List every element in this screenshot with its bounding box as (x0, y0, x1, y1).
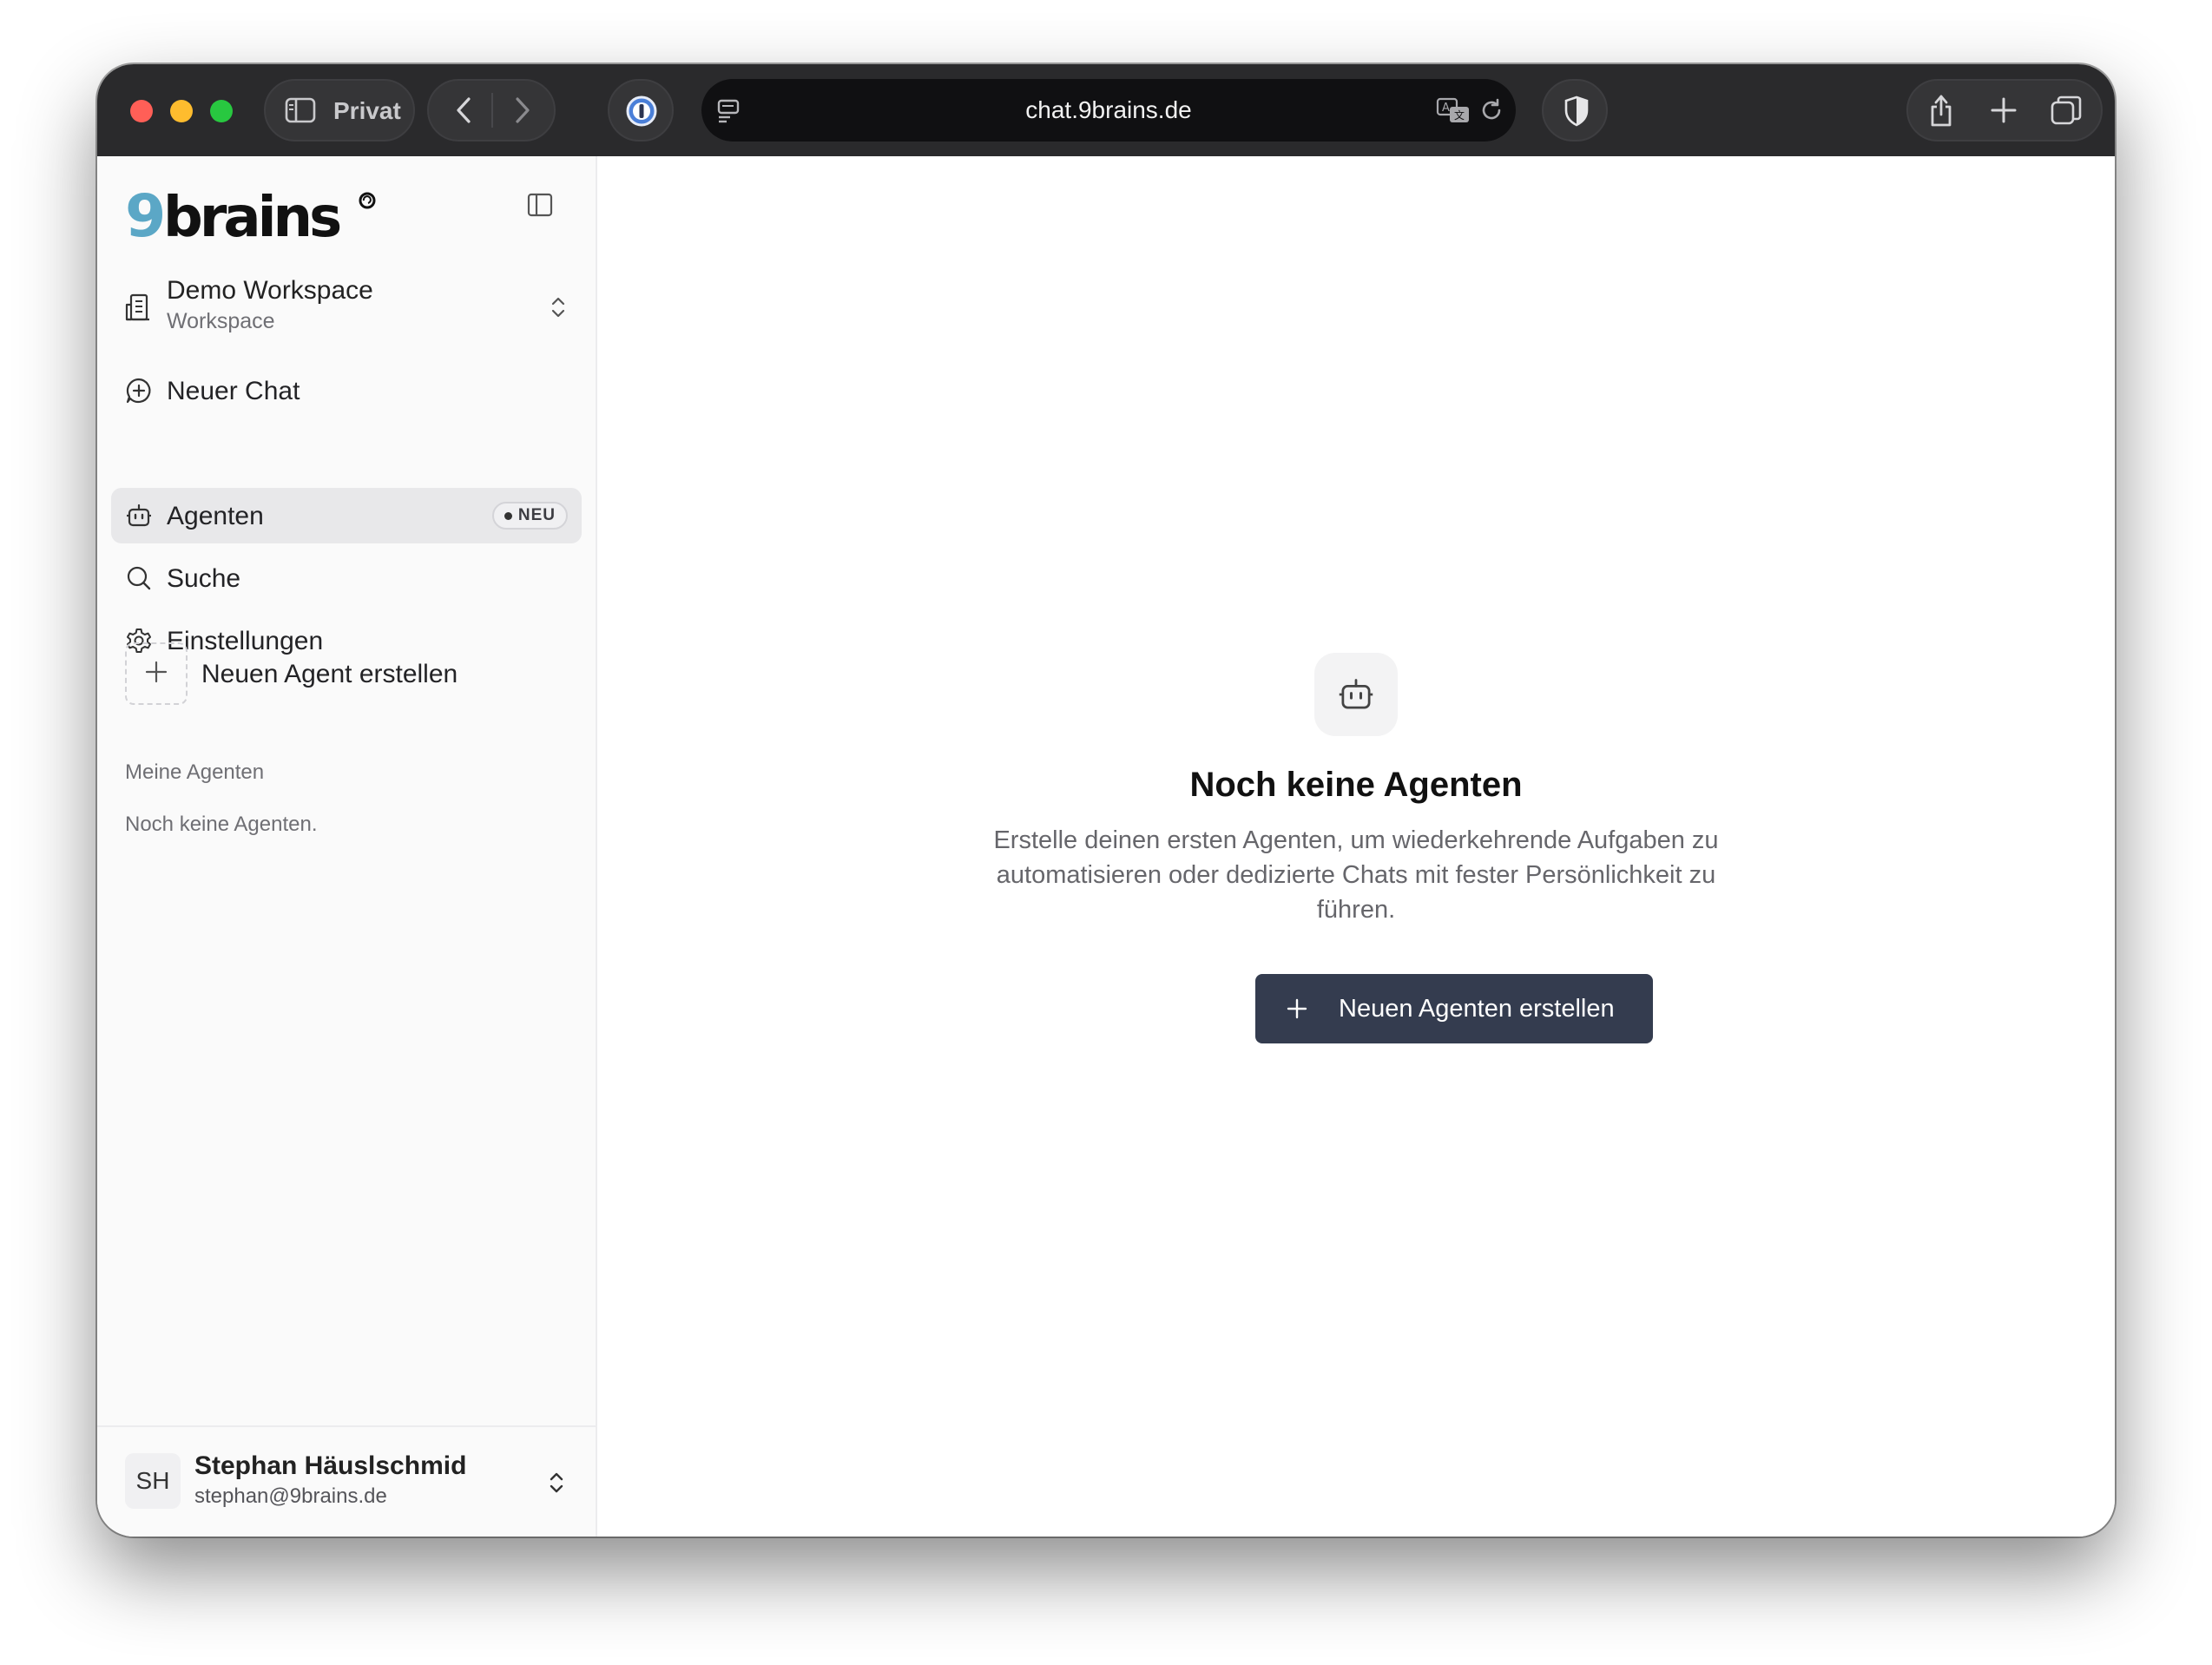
privacy-shield-button[interactable] (1542, 79, 1608, 141)
nav-item-search[interactable]: Suche (111, 550, 582, 606)
workspace-name: Demo Workspace (167, 276, 373, 305)
chevron-updown-icon (545, 290, 571, 325)
brand-logo[interactable]: 9 brains (125, 182, 385, 253)
window-actions (1906, 79, 2103, 141)
svg-text:A: A (1442, 102, 1450, 115)
badge-label: NEU (517, 506, 556, 524)
translate-icon[interactable]: A文 (1436, 95, 1471, 126)
chevron-updown-icon (543, 1465, 569, 1500)
collapse-sidebar-icon[interactable] (523, 188, 557, 222)
empty-state-description: Erstelle deinen ersten Agenten, um wiede… (993, 826, 1719, 924)
nav-divider (491, 93, 493, 128)
my-agents-empty-note: Noch keine Agenten. (125, 813, 318, 836)
browser-toolbar: Privat chat.9brains.de A文 (97, 64, 2115, 156)
browser-window: Privat chat.9brains.de A文 9 brains Demo … (97, 64, 2115, 1537)
empty-state-title: Noch keine Agenten (1189, 766, 1523, 804)
history-navigation (427, 79, 556, 141)
private-mode-label: Privat (333, 97, 401, 124)
nav-item-new-chat[interactable]: Neuer Chat (111, 363, 582, 418)
workspace-type: Workspace (167, 309, 275, 333)
message-plus-icon (125, 377, 153, 405)
avatar: SH (125, 1453, 181, 1509)
new-agent-add-button[interactable] (125, 642, 188, 705)
search-icon (125, 564, 153, 592)
sidebar-divider (97, 1425, 597, 1427)
nav-item-agents[interactable]: Agenten NEU (111, 488, 582, 543)
empty-state-bot-icon (1314, 653, 1398, 736)
app-sidebar: 9 brains Demo Workspace Workspace Neuer … (97, 156, 597, 1537)
svg-text:brains: brains (163, 188, 340, 248)
back-button[interactable] (446, 93, 481, 128)
zoom-window-button[interactable] (210, 100, 233, 122)
sidebar-icon (283, 95, 318, 126)
svg-text:9: 9 (125, 188, 163, 248)
nav-label-settings: Einstellungen (167, 627, 324, 655)
create-agent-label: Neuen Agenten erstellen (1339, 995, 1615, 1023)
address-bar[interactable]: chat.9brains.de A文 (701, 79, 1516, 141)
create-agent-button[interactable]: Neuen Agenten erstellen (1255, 974, 1653, 1043)
plus-icon (1283, 995, 1311, 1023)
url-text: chat.9brains.de (1025, 96, 1192, 123)
nav-label-new-chat: Neuer Chat (167, 377, 300, 405)
new-badge: NEU (491, 502, 568, 530)
sidebar-toggle-private-button[interactable]: Privat (264, 79, 415, 141)
badge-dot (504, 512, 512, 520)
avatar-initials: SH (135, 1467, 170, 1494)
new-tab-icon[interactable] (1986, 93, 2021, 128)
minimize-window-button[interactable] (170, 100, 193, 122)
share-icon[interactable] (1924, 91, 1959, 129)
svg-text:文: 文 (1454, 109, 1465, 122)
nav-label-agents: Agenten (167, 502, 264, 530)
password-manager-button[interactable] (608, 79, 674, 141)
my-agents-heading: Meine Agenten (125, 760, 265, 784)
main-content: Noch keine Agenten Erstelle deinen erste… (597, 156, 2115, 1537)
tab-overview-icon[interactable] (2047, 93, 2085, 128)
plus-icon (144, 660, 168, 688)
reload-icon[interactable] (1476, 95, 1507, 126)
user-email: stephan@9brains.de (194, 1484, 387, 1508)
building-icon (123, 292, 153, 323)
close-window-button[interactable] (130, 100, 153, 122)
bot-icon (125, 502, 153, 530)
user-name: Stephan Häuslschmid (194, 1451, 467, 1480)
forward-button[interactable] (505, 93, 540, 128)
nav-label-search: Suche (167, 564, 241, 593)
new-agent-label[interactable]: Neuen Agent erstellen (201, 660, 458, 689)
shield-icon (1561, 95, 1592, 128)
password-manager-icon (625, 95, 658, 128)
